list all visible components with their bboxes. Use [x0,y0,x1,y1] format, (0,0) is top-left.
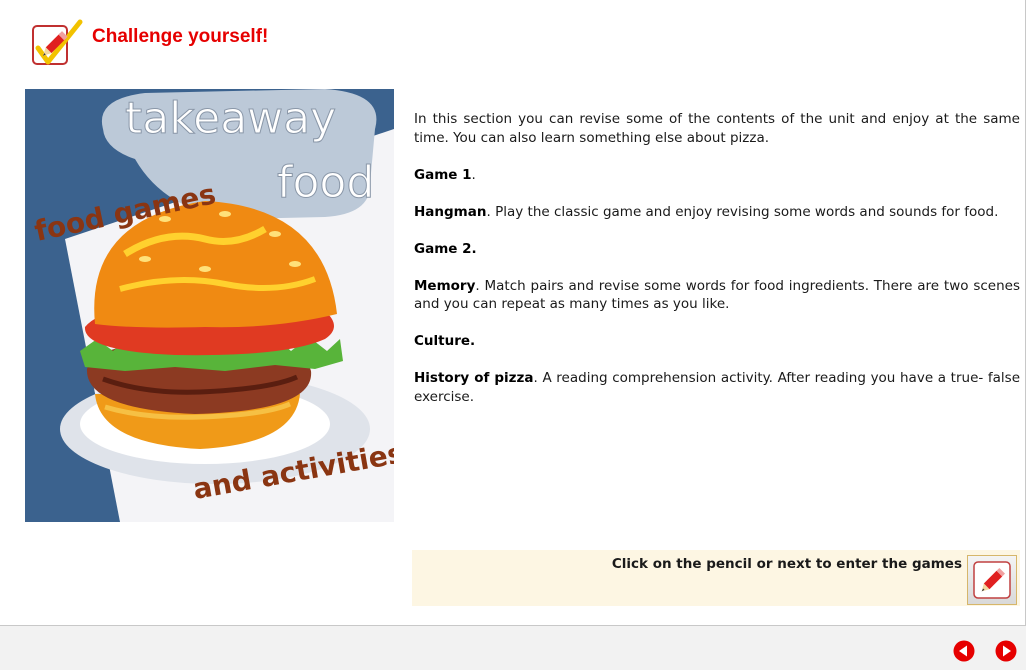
hero-text-food: food [277,157,374,208]
game2-heading: Game 2. [414,240,1020,259]
game1-description: Play the classic game and enjoy revising… [495,203,999,220]
game2-heading-label: Game 2. [414,240,477,257]
description: In this section you can revise some of t… [414,110,1020,425]
culture-heading: Culture. [414,332,1020,351]
game1-heading-label: Game 1 [414,166,472,183]
game1-name: Hangman [414,203,487,220]
game2-name: Memory [414,277,476,294]
page-title: Challenge yourself! [92,26,269,47]
game2-paragraph: Memory. Match pairs and revise some word… [414,277,1020,313]
culture-heading-label: Culture. [414,333,476,349]
cta-text: Click on the pencil or next to enter the… [611,556,962,572]
intro-paragraph: In this section you can revise some of t… [414,111,1020,146]
next-button[interactable] [995,640,1017,662]
culture-paragraph: History of pizza. A reading comprehensio… [414,370,1020,405]
arrow-right-icon [995,640,1017,662]
pencil-check-icon [30,18,84,70]
game1-paragraph: Hangman. Play the classic game and enjoy… [414,203,999,220]
burger-illustration: takeaway food food games and activities [25,89,394,522]
pencil-icon [973,561,1011,599]
prev-button[interactable] [953,640,975,662]
arrow-left-icon [953,640,975,662]
hero-text-takeaway: takeaway [125,93,336,144]
content-area: Challenge yourself! takeaway food food g… [0,0,1026,626]
game1-heading: Game 1. [414,166,476,183]
enter-games-button[interactable] [967,555,1017,605]
cta-panel: Click on the pencil or next to enter the… [412,550,1020,606]
culture-name: History of pizza [414,370,534,386]
game2-description: Match pairs and revise some words for fo… [414,277,1020,313]
footer-bar [0,626,1026,670]
